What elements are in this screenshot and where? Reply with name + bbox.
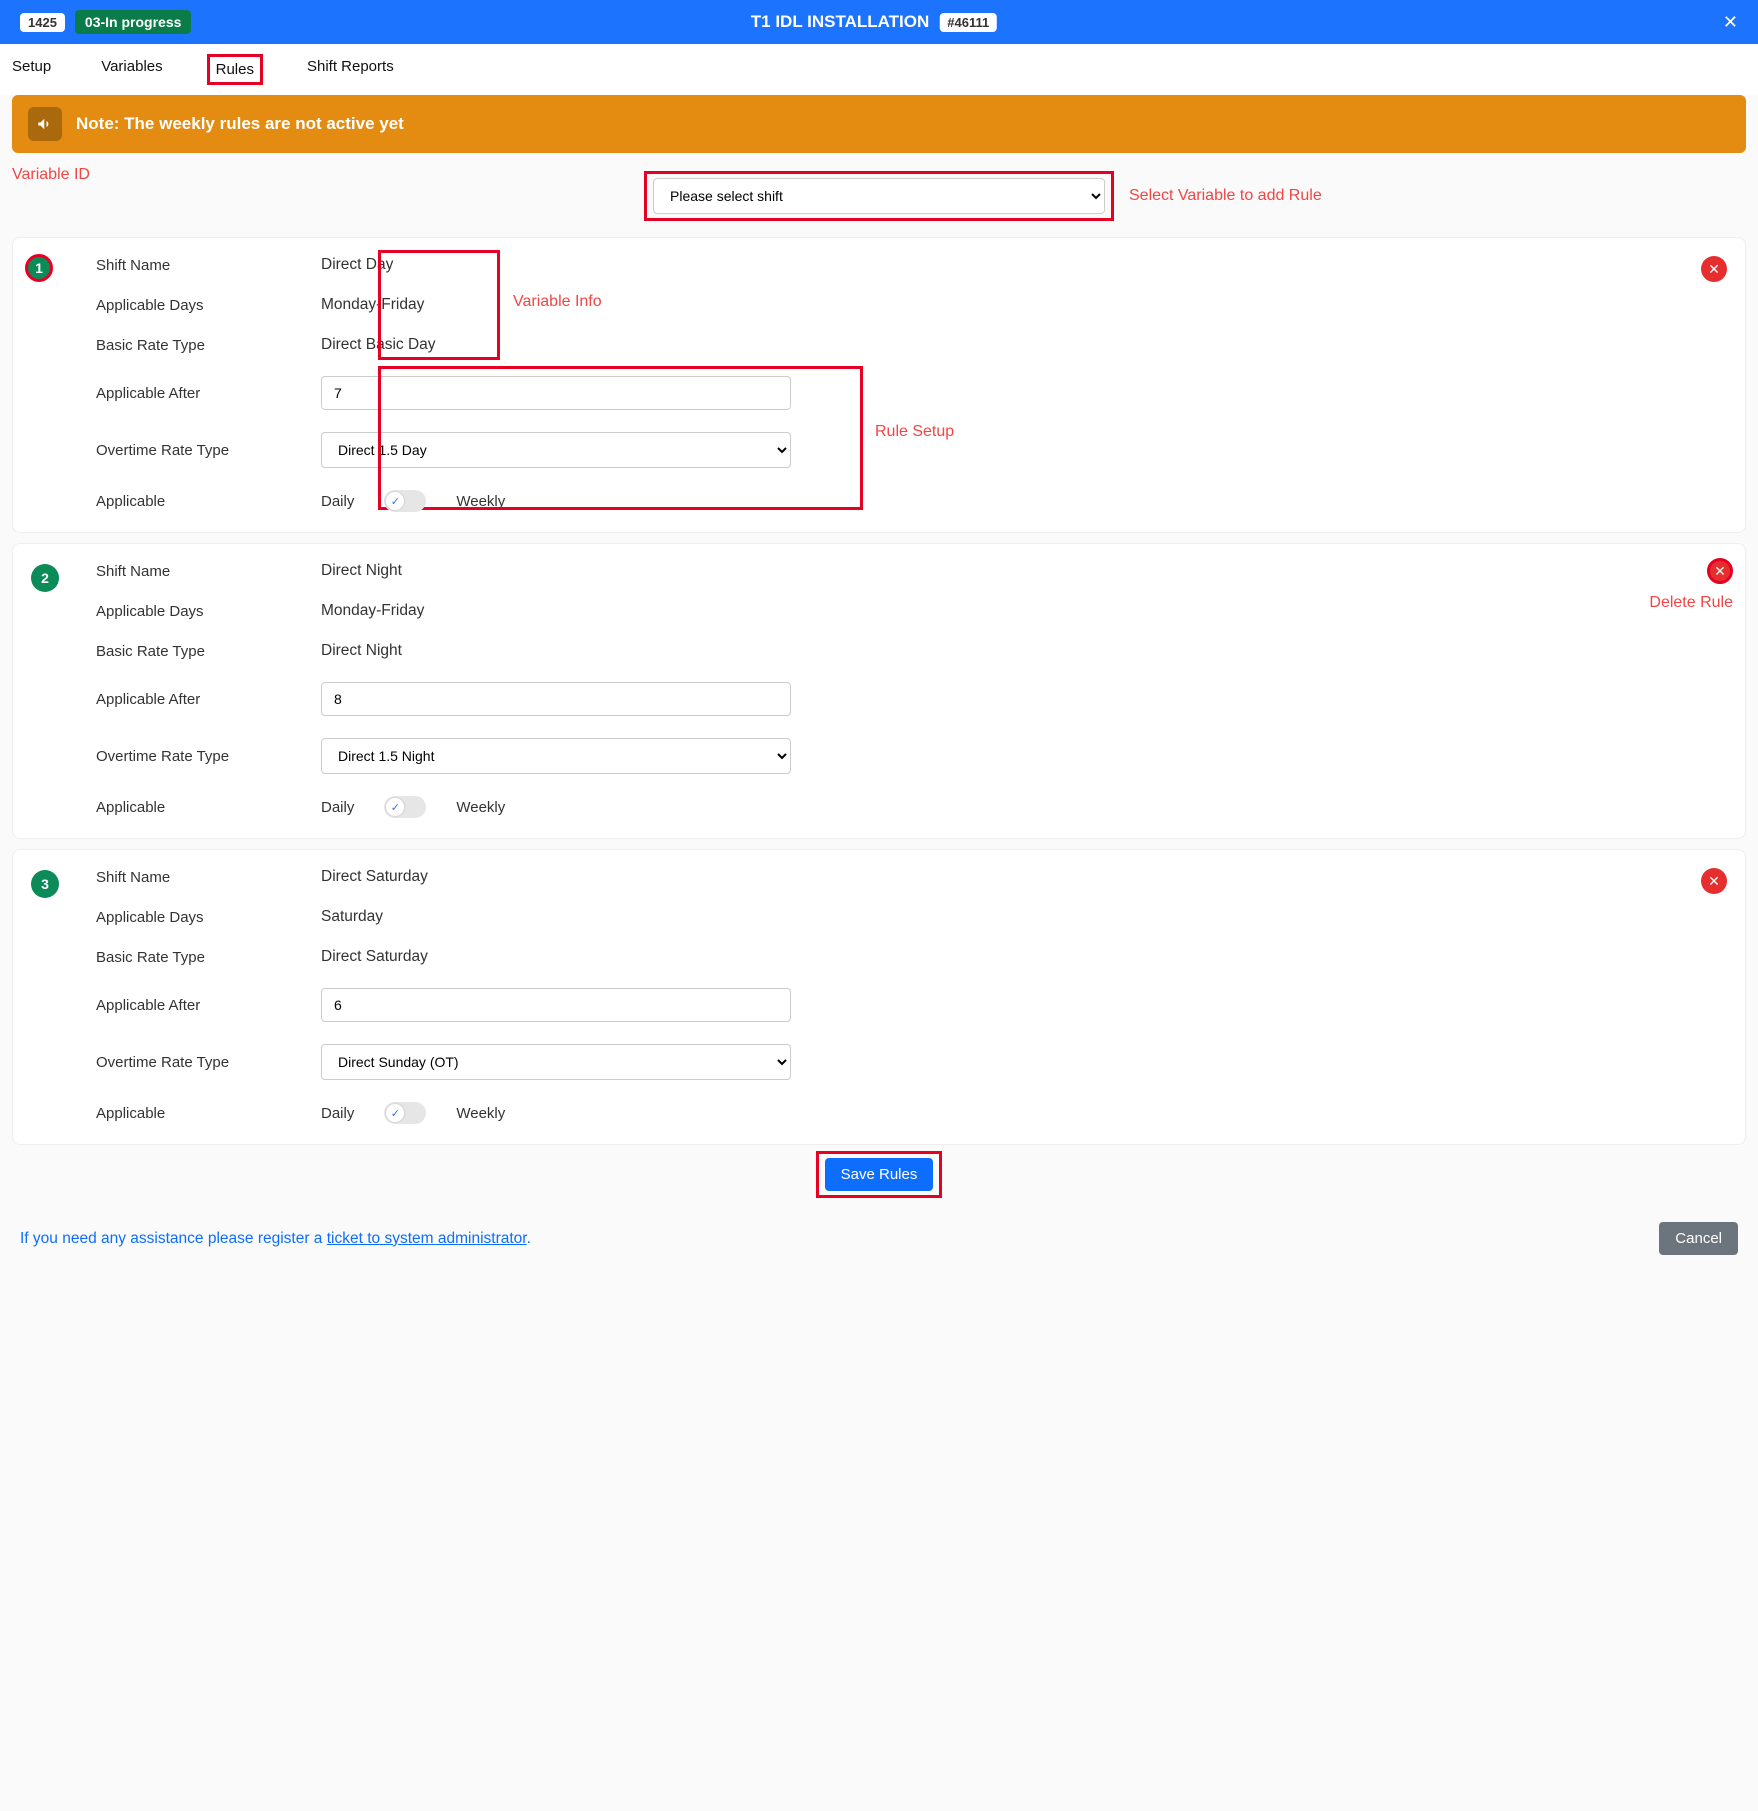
rule-id-badge: 1 bbox=[25, 254, 53, 282]
overtime-rate-select[interactable]: Direct Sunday (OT) bbox=[321, 1044, 791, 1080]
label-overtime-rate-type: Overtime Rate Type bbox=[31, 748, 321, 765]
applicable-toggle[interactable]: ✓ bbox=[384, 490, 426, 512]
applicable-after-input[interactable] bbox=[321, 988, 791, 1022]
label-applicable-days: Applicable Days bbox=[31, 297, 321, 314]
label-shift-name: Shift Name bbox=[31, 257, 321, 274]
toggle-label-weekly: Weekly bbox=[456, 799, 505, 816]
label-shift-name: Shift Name bbox=[31, 869, 321, 886]
label-applicable: Applicable bbox=[31, 1105, 321, 1122]
label-applicable: Applicable bbox=[31, 493, 321, 510]
check-icon: ✓ bbox=[386, 492, 404, 510]
ticket-link[interactable]: ticket to system administrator bbox=[327, 1230, 527, 1247]
value-applicable-days: Saturday bbox=[321, 908, 1725, 926]
annot-rule-setup-box bbox=[378, 366, 863, 510]
label-overtime-rate-type: Overtime Rate Type bbox=[31, 442, 321, 459]
value-basic-rate-type: Direct Night bbox=[321, 642, 1725, 660]
label-basic-rate-type: Basic Rate Type bbox=[31, 337, 321, 354]
check-icon: ✓ bbox=[386, 1104, 404, 1122]
label-basic-rate-type: Basic Rate Type bbox=[31, 949, 321, 966]
applicable-toggle[interactable]: ✓ bbox=[384, 796, 426, 818]
value-basic-rate-type: Direct Saturday bbox=[321, 948, 1725, 966]
footer-post: . bbox=[527, 1230, 531, 1247]
tab-bar: Setup Variables Rules Shift Reports bbox=[0, 44, 1758, 95]
delete-rule-button[interactable]: ✕ bbox=[1707, 558, 1733, 584]
delete-rule-button[interactable]: ✕ bbox=[1701, 256, 1727, 282]
close-icon[interactable]: ✕ bbox=[1723, 12, 1738, 33]
label-applicable-days: Applicable Days bbox=[31, 909, 321, 926]
toggle-label-daily: Daily bbox=[321, 799, 354, 816]
footer-text: If you need any assistance please regist… bbox=[20, 1230, 327, 1247]
toggle-label-daily: Daily bbox=[321, 493, 354, 510]
label-shift-name: Shift Name bbox=[31, 563, 321, 580]
status-badge: 03-In progress bbox=[75, 10, 191, 34]
label-applicable-days: Applicable Days bbox=[31, 603, 321, 620]
note-banner: Note: The weekly rules are not active ye… bbox=[12, 95, 1746, 153]
rule-panel: 1 ✕ Variable Info Rule Setup Shift Name … bbox=[12, 237, 1746, 533]
value-basic-rate-type: Direct Basic Day bbox=[321, 336, 1725, 354]
shift-select-row: Variable ID Please select shift Select V… bbox=[0, 171, 1758, 221]
shift-select[interactable]: Please select shift bbox=[653, 178, 1105, 214]
value-shift-name: Direct Night bbox=[321, 562, 1725, 580]
page-title: T1 IDL INSTALLATION #46111 bbox=[751, 12, 1007, 32]
rule-panel: 2 ✕ Delete Rule Shift Name Direct Night … bbox=[12, 543, 1746, 839]
tab-shift-reports[interactable]: Shift Reports bbox=[307, 58, 394, 81]
title-text: T1 IDL INSTALLATION bbox=[751, 12, 930, 32]
annot-select-variable: Select Variable to add Rule bbox=[1129, 187, 1322, 205]
label-applicable: Applicable bbox=[31, 799, 321, 816]
annot-rule-setup: Rule Setup bbox=[875, 423, 954, 441]
modal-header: 1425 03-In progress T1 IDL INSTALLATION … bbox=[0, 0, 1758, 44]
annot-variable-info-box bbox=[378, 250, 500, 360]
rule-id-badge: 2 bbox=[31, 564, 59, 592]
project-number-badge: 1425 bbox=[20, 13, 65, 32]
delete-rule-button[interactable]: ✕ bbox=[1701, 868, 1727, 894]
toggle-label-daily: Daily bbox=[321, 1105, 354, 1122]
ref-badge: #46111 bbox=[939, 13, 997, 32]
footer: If you need any assistance please regist… bbox=[0, 1214, 1758, 1279]
applicable-after-input[interactable] bbox=[321, 682, 791, 716]
megaphone-icon bbox=[28, 107, 62, 141]
toggle-label-weekly: Weekly bbox=[456, 1105, 505, 1122]
label-applicable-after: Applicable After bbox=[31, 997, 321, 1014]
rule-panel: 3 ✕ Shift Name Direct Saturday Applicabl… bbox=[12, 849, 1746, 1145]
save-rules-button[interactable]: Save Rules bbox=[825, 1158, 934, 1191]
rule-id-badge: 3 bbox=[31, 870, 59, 898]
annot-variable-id: Variable ID bbox=[12, 166, 90, 184]
tab-setup[interactable]: Setup bbox=[12, 58, 51, 81]
annot-delete-rule: Delete Rule bbox=[1649, 594, 1733, 612]
value-shift-name: Direct Day bbox=[321, 256, 1725, 274]
label-applicable-after: Applicable After bbox=[31, 691, 321, 708]
tab-rules[interactable]: Rules bbox=[207, 54, 263, 85]
label-applicable-after: Applicable After bbox=[31, 385, 321, 402]
check-icon: ✓ bbox=[386, 798, 404, 816]
cancel-button[interactable]: Cancel bbox=[1659, 1222, 1738, 1255]
overtime-rate-select[interactable]: Direct 1.5 Night bbox=[321, 738, 791, 774]
note-text: Note: The weekly rules are not active ye… bbox=[76, 114, 404, 134]
annot-variable-info: Variable Info bbox=[513, 293, 602, 311]
label-overtime-rate-type: Overtime Rate Type bbox=[31, 1054, 321, 1071]
applicable-toggle[interactable]: ✓ bbox=[384, 1102, 426, 1124]
label-basic-rate-type: Basic Rate Type bbox=[31, 643, 321, 660]
value-applicable-days: Monday-Friday bbox=[321, 602, 1725, 620]
tab-variables[interactable]: Variables bbox=[101, 58, 162, 81]
value-shift-name: Direct Saturday bbox=[321, 868, 1725, 886]
